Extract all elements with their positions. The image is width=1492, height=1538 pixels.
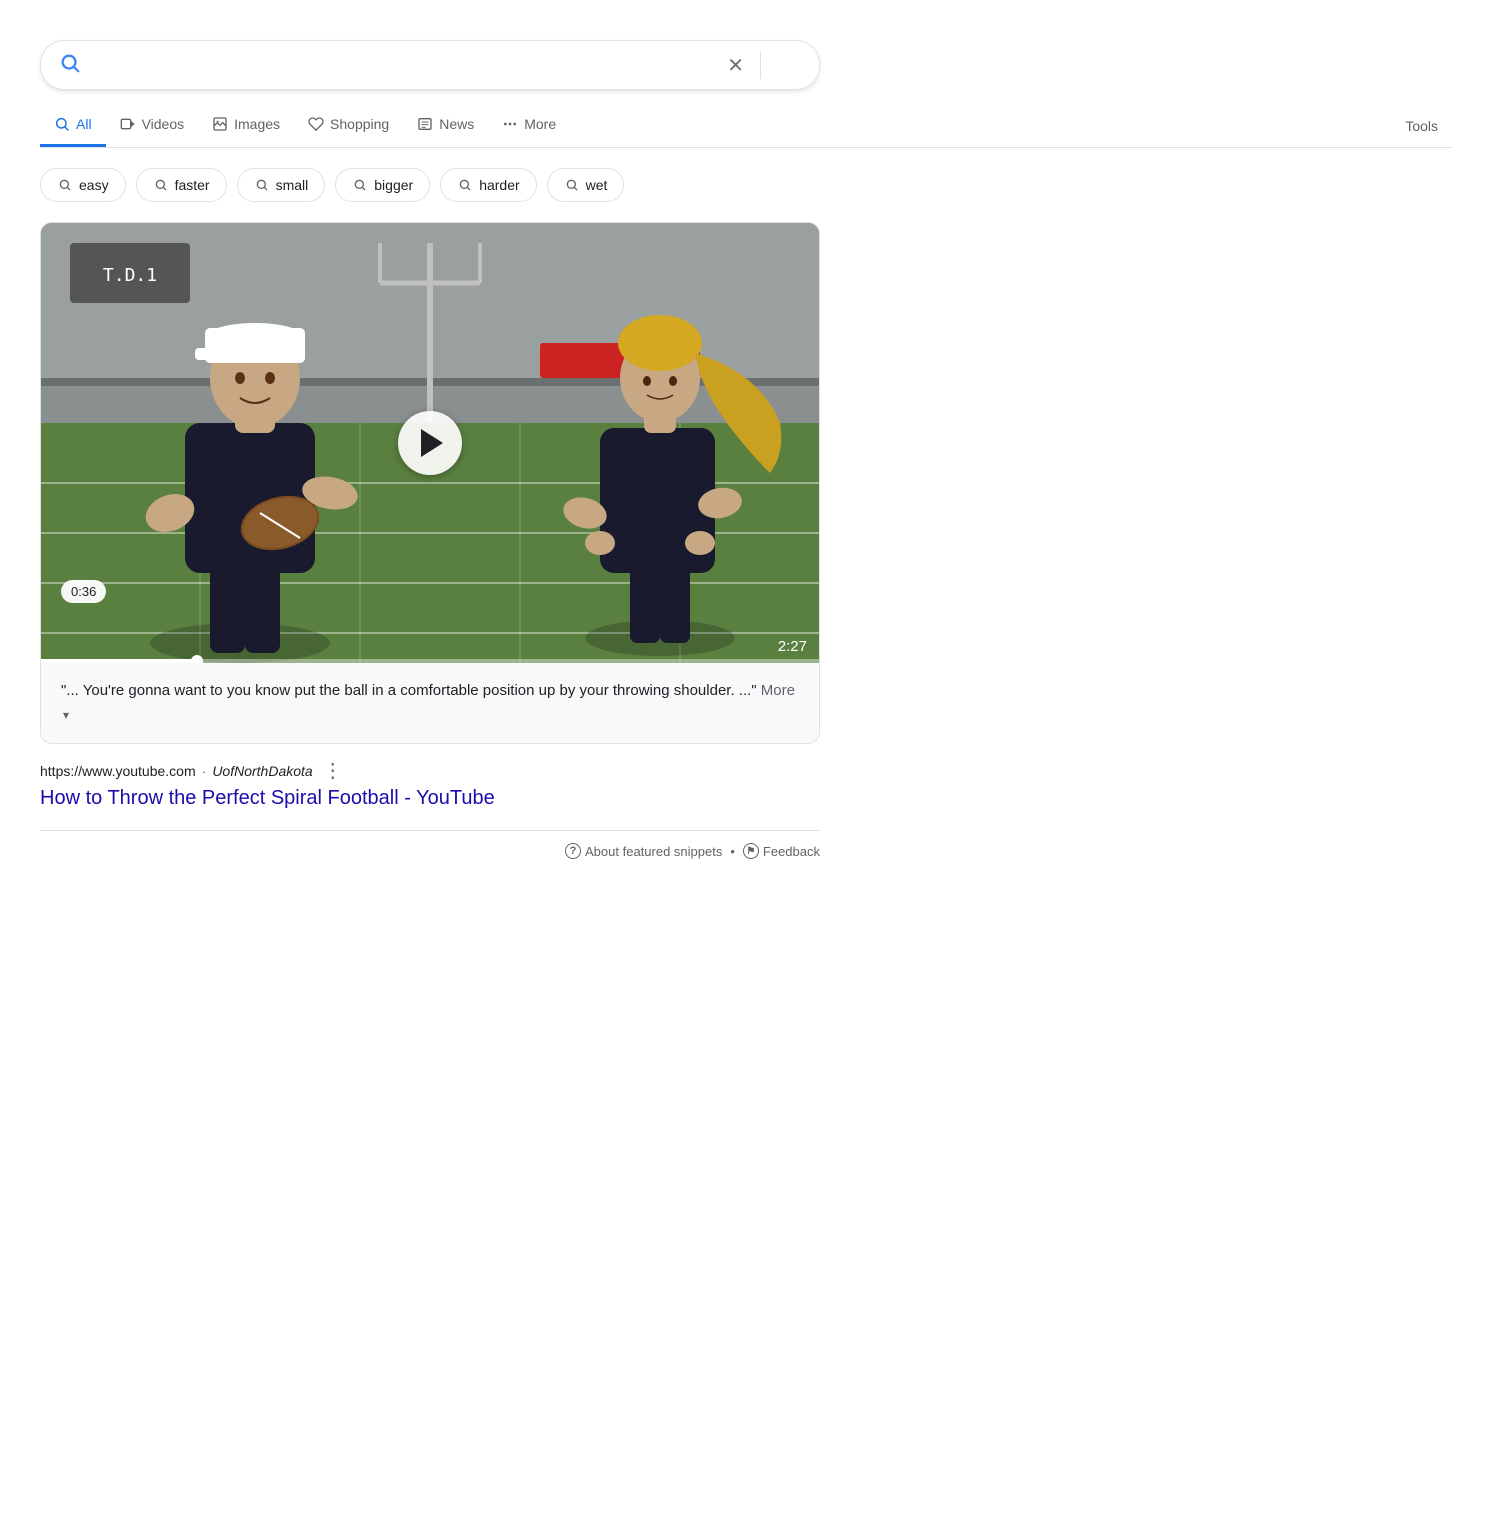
chevron-down-icon: ▾ xyxy=(63,708,69,722)
chip-bigger-label: bigger xyxy=(374,177,413,193)
chip-easy[interactable]: easy xyxy=(40,168,126,202)
chip-faster[interactable]: faster xyxy=(136,168,227,202)
divider xyxy=(760,51,761,79)
result-url: https://www.youtube.com xyxy=(40,763,196,779)
feedback-icon: ⚑ xyxy=(743,843,759,859)
feedback-label: Feedback xyxy=(763,844,820,859)
video-thumbnail[interactable]: T.D.1 xyxy=(41,223,819,663)
chip-search-icon-faster xyxy=(153,177,169,193)
search-chips: easy faster small bigger harder xyxy=(40,168,1452,202)
svg-text:T.D.1: T.D.1 xyxy=(103,265,157,286)
tab-more-label: More xyxy=(524,116,556,132)
chip-harder[interactable]: harder xyxy=(440,168,536,202)
transcript-text: "... You're gonna want to you know put t… xyxy=(61,682,757,699)
result-options-button[interactable]: ⋮ xyxy=(323,758,343,783)
news-tab-icon xyxy=(417,116,433,132)
chip-faster-label: faster xyxy=(175,177,210,193)
search-input[interactable]: how to throw a football xyxy=(91,55,717,76)
chip-search-icon-harder xyxy=(457,177,473,193)
chip-search-icon-bigger xyxy=(352,177,368,193)
video-tab-icon xyxy=(120,116,136,132)
shopping-tab-icon xyxy=(308,116,324,132)
result-title-link[interactable]: How to Throw the Perfect Spiral Football… xyxy=(40,787,820,810)
search-tab-icon xyxy=(54,116,70,132)
chip-wet[interactable]: wet xyxy=(547,168,625,202)
progress-filled xyxy=(41,659,197,663)
chip-small[interactable]: small xyxy=(237,168,326,202)
tab-news-label: News xyxy=(439,116,474,132)
chip-search-icon-small xyxy=(254,177,270,193)
search-icons: ✕ xyxy=(727,51,801,79)
clear-button[interactable]: ✕ xyxy=(727,53,744,78)
video-duration: 2:27 xyxy=(778,638,807,655)
more-tab-icon xyxy=(502,116,518,132)
chip-bigger[interactable]: bigger xyxy=(335,168,430,202)
tab-all[interactable]: All xyxy=(40,106,106,147)
progress-dot xyxy=(191,655,203,663)
play-triangle xyxy=(421,429,443,457)
tab-images[interactable]: Images xyxy=(198,106,294,147)
tab-news[interactable]: News xyxy=(403,106,488,147)
tab-videos-label: Videos xyxy=(142,116,185,132)
nav-tabs: All Videos Images Shopping News xyxy=(40,106,1452,148)
timestamp-badge: 0:36 xyxy=(61,580,106,603)
transcript-more-label: More xyxy=(761,682,795,699)
result-meta: https://www.youtube.com · UofNorthDakota… xyxy=(40,758,1452,783)
chip-search-icon-easy xyxy=(57,177,73,193)
result-dot-separator: · xyxy=(202,763,207,779)
chip-wet-label: wet xyxy=(586,177,608,193)
play-button[interactable] xyxy=(398,411,462,475)
footer-separator: • xyxy=(730,844,735,859)
tab-shopping-label: Shopping xyxy=(330,116,389,132)
chip-easy-label: easy xyxy=(79,177,109,193)
question-icon: ? xyxy=(565,843,581,859)
google-search-icon xyxy=(59,52,81,79)
tab-videos[interactable]: Videos xyxy=(106,106,199,147)
tools-button[interactable]: Tools xyxy=(1391,108,1452,146)
tab-shopping[interactable]: Shopping xyxy=(294,106,403,147)
about-snippets-button[interactable]: ? About featured snippets xyxy=(565,843,722,859)
video-featured-snippet: T.D.1 xyxy=(40,222,820,744)
feedback-button[interactable]: ⚑ Feedback xyxy=(743,843,820,859)
chip-harder-label: harder xyxy=(479,177,519,193)
tab-all-label: All xyxy=(76,116,92,132)
search-bar: how to throw a football ✕ xyxy=(40,40,820,90)
result-footer: ? About featured snippets • ⚑ Feedback xyxy=(40,830,820,859)
chip-search-icon-wet xyxy=(564,177,580,193)
progress-bar[interactable] xyxy=(41,659,819,663)
about-snippets-label: About featured snippets xyxy=(585,844,722,859)
result-source: UofNorthDakota xyxy=(212,763,312,779)
clear-icon: ✕ xyxy=(727,53,744,78)
search-bar-container: how to throw a football ✕ xyxy=(40,40,820,90)
video-transcript: "... You're gonna want to you know put t… xyxy=(41,663,819,743)
chip-small-label: small xyxy=(276,177,309,193)
tab-more[interactable]: More xyxy=(488,106,570,147)
image-tab-icon xyxy=(212,116,228,132)
tab-images-label: Images xyxy=(234,116,280,132)
